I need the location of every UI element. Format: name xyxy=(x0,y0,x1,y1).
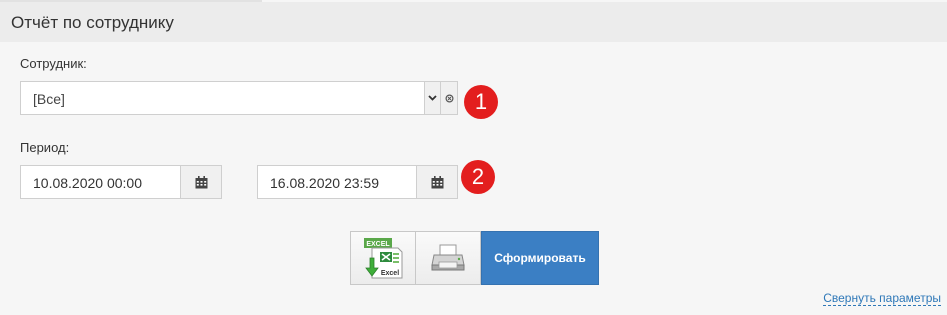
employee-select[interactable]: [Все] xyxy=(20,81,424,115)
excel-icon: EXCEL Excel xyxy=(364,238,403,279)
export-excel-button[interactable]: EXCEL Excel xyxy=(350,231,416,285)
generate-report-button[interactable]: Сформировать xyxy=(481,231,599,285)
employee-dropdown-button[interactable] xyxy=(424,81,441,115)
calendar-icon xyxy=(431,175,443,188)
employee-label: Сотрудник: xyxy=(20,56,87,71)
employee-select-value: [Все] xyxy=(33,91,65,107)
date-from-value: 10.08.2020 00:00 xyxy=(33,175,142,191)
page-title: Отчёт по сотруднику xyxy=(11,13,174,32)
period-label: Период: xyxy=(20,140,70,155)
annotation-badge-1: 1 xyxy=(464,85,498,119)
excel-icon-label-bottom: Excel xyxy=(381,270,399,277)
date-to-value: 16.08.2020 23:59 xyxy=(270,175,379,191)
date-from-input[interactable]: 10.08.2020 00:00 xyxy=(20,165,181,199)
clear-icon xyxy=(444,93,454,103)
title-bar: Отчёт по сотруднику xyxy=(0,2,947,42)
action-buttons: EXCEL Excel Сформировать xyxy=(350,231,599,285)
excel-icon-label-top: EXCEL xyxy=(366,241,390,248)
collapse-parameters-link[interactable]: Свернуть параметры xyxy=(823,291,941,306)
chevron-down-icon xyxy=(428,95,437,101)
printer-icon xyxy=(431,244,465,271)
print-button[interactable] xyxy=(416,231,481,285)
annotation-badge-2: 2 xyxy=(461,160,495,194)
date-to-input[interactable]: 16.08.2020 23:59 xyxy=(257,165,418,199)
date-to-calendar-button[interactable] xyxy=(416,165,458,199)
employee-clear-button[interactable] xyxy=(440,81,458,115)
calendar-icon xyxy=(195,175,207,188)
date-from-calendar-button[interactable] xyxy=(180,165,222,199)
